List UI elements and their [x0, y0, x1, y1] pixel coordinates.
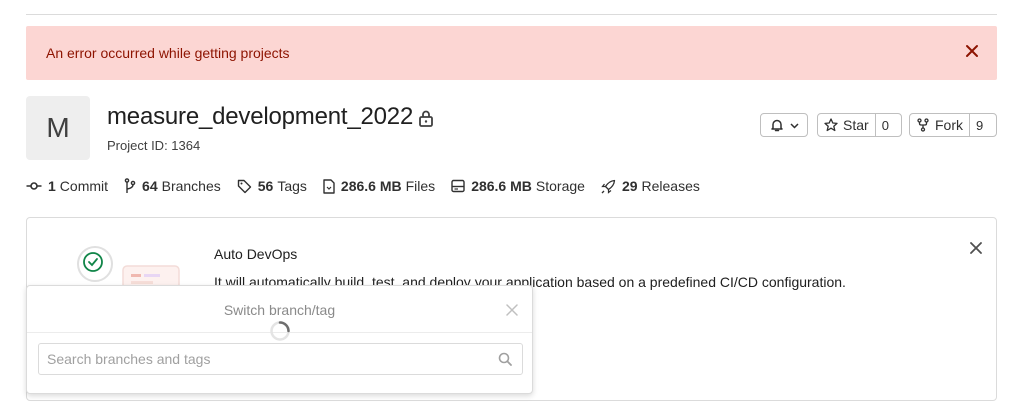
stat-label: Storage — [535, 178, 585, 194]
branch-search-input[interactable] — [39, 344, 479, 374]
stat-label: Tags — [277, 178, 307, 194]
stat-commits[interactable]: 1 Commit — [26, 178, 108, 194]
fork-button[interactable]: Fork 9 — [909, 113, 997, 137]
stat-count: 286.6 MB — [471, 178, 532, 194]
star-action[interactable]: Star — [818, 114, 875, 136]
top-divider — [26, 14, 997, 15]
stat-count: 1 — [48, 178, 56, 194]
commit-icon — [26, 182, 42, 190]
branch-icon — [124, 178, 136, 193]
lock-icon — [419, 110, 433, 127]
file-icon — [323, 178, 335, 194]
stat-count: 29 — [621, 178, 638, 194]
bell-icon — [770, 119, 783, 132]
fork-label: Fork — [935, 117, 963, 133]
branch-search-box[interactable] — [38, 343, 523, 375]
stat-tags[interactable]: 56 Tags — [237, 178, 307, 194]
branch-switcher-dropdown: Switch branch/tag — [26, 285, 533, 394]
stat-label: Commit — [59, 178, 109, 194]
stat-count: 286.6 MB — [340, 178, 402, 194]
stat-label: Branches — [161, 178, 221, 194]
star-label: Star — [843, 117, 869, 133]
project-title: measure_development_2022 — [107, 103, 414, 130]
fork-count[interactable]: 9 — [969, 114, 989, 136]
close-icon[interactable] — [970, 242, 982, 254]
dropdown-title: Switch branch/tag — [223, 302, 336, 318]
chevron-down-icon — [789, 122, 799, 129]
star-button[interactable]: Star 0 — [817, 113, 902, 137]
avatar-letter: M — [46, 112, 70, 143]
fork-icon — [917, 118, 929, 132]
stat-files[interactable]: 286.6 MB Files — [323, 178, 435, 194]
fork-action[interactable]: Fork — [910, 114, 969, 136]
stat-count: 64 — [142, 178, 158, 194]
rocket-icon — [601, 179, 616, 194]
stat-branches[interactable]: 64 Branches — [124, 178, 221, 194]
project-id: Project ID: 1364 — [107, 138, 201, 153]
storage-icon — [451, 179, 465, 193]
close-icon[interactable] — [506, 304, 518, 316]
search-icon — [498, 352, 512, 366]
stat-releases[interactable]: 29 Releases — [601, 178, 700, 194]
project-avatar: M — [26, 96, 90, 160]
close-icon[interactable] — [965, 44, 979, 58]
star-count[interactable]: 0 — [874, 114, 895, 136]
stat-storage[interactable]: 286.6 MB Storage — [451, 178, 585, 194]
stat-label: Files — [405, 178, 436, 194]
notification-dropdown-button[interactable] — [760, 113, 808, 137]
project-stats: 1 Commit 64 Branches 56 Tags 286.6 MB Fi… — [26, 176, 716, 196]
alert-message: An error occurred while getting projects — [46, 45, 290, 61]
stat-label: Releases — [641, 178, 700, 194]
auto-devops-title: Auto DevOps — [214, 246, 298, 262]
tag-icon — [237, 179, 251, 193]
star-icon — [824, 118, 838, 132]
stat-count: 56 — [257, 178, 274, 194]
loading-spinner-icon — [270, 321, 290, 341]
error-alert: An error occurred while getting projects — [26, 26, 997, 80]
